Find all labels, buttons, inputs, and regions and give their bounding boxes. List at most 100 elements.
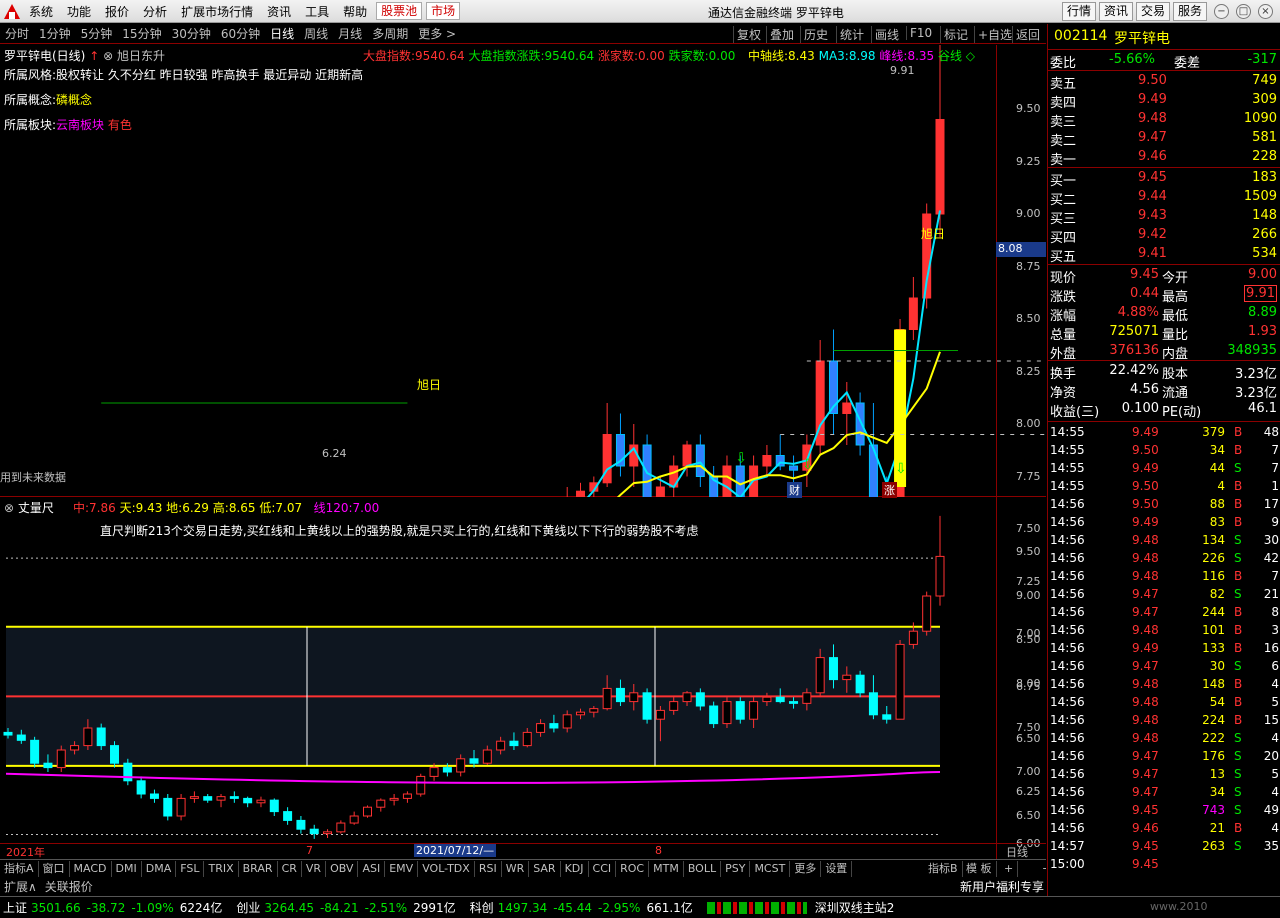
indicator-right-1[interactable]: 模 板	[962, 861, 997, 877]
menu-item-ext-market[interactable]: 扩展市场行情	[174, 3, 260, 20]
indicator-tab-10[interactable]: OBV	[326, 860, 359, 877]
new-user-promo[interactable]: 新用户福利专享	[960, 878, 1044, 895]
indicator-tab-3[interactable]: DMI	[112, 860, 142, 877]
tick-row[interactable]: 14:56 9.46 21 B 4	[1048, 820, 1280, 838]
indicator-tab-15[interactable]: WR	[502, 860, 530, 877]
indicator-tab-20[interactable]: MTM	[649, 860, 684, 877]
quote-top-button[interactable]: 行情	[1062, 2, 1097, 21]
trade-top-button[interactable]: 交易	[1136, 2, 1171, 21]
tick-row[interactable]: 14:55 9.49 379 B 48	[1048, 424, 1280, 442]
indicator-tab-0[interactable]: 指标A	[0, 860, 39, 877]
candle-body[interactable]	[655, 486, 665, 497]
info-top-button[interactable]: 资讯	[1099, 2, 1134, 21]
period-intraday[interactable]: 分时	[0, 25, 34, 42]
ask-row[interactable]: 卖五 9.50 749	[1048, 72, 1280, 92]
history-button[interactable]: 历史	[800, 26, 831, 43]
menu-item-news[interactable]: 资讯	[260, 3, 298, 20]
candle-body[interactable]	[935, 119, 945, 215]
indicator-tab-13[interactable]: VOL-TDX	[418, 860, 475, 877]
candle-body[interactable]	[695, 444, 705, 477]
indicator-tab-7[interactable]: BRAR	[239, 860, 278, 877]
menu-item-quote[interactable]: 报价	[98, 3, 136, 20]
indicator-right-3[interactable]: −	[1038, 861, 1046, 877]
indicator-tab-22[interactable]: PSY	[721, 860, 751, 877]
indicator-tab-8[interactable]: CR	[278, 860, 302, 877]
period-weekly[interactable]: 周线	[299, 25, 333, 42]
tick-row[interactable]: 14:56 9.48 148 B 4	[1048, 676, 1280, 694]
add-watchlist-button[interactable]: +自选	[974, 26, 1015, 43]
tick-row[interactable]: 14:56 9.47 13 S 5	[1048, 766, 1280, 784]
gear-icon[interactable]: ⊗	[4, 501, 14, 515]
limit-up-marker[interactable]: 涨	[882, 482, 897, 498]
menu-item-system[interactable]: 系统	[22, 3, 60, 20]
ask-row[interactable]: 卖三 9.48 1090	[1048, 110, 1280, 130]
tick-row[interactable]: 14:56 9.47 30 S 6	[1048, 658, 1280, 676]
tick-row[interactable]: 14:56 9.49 133 B 16	[1048, 640, 1280, 658]
indicator-tab-2[interactable]: MACD	[70, 860, 112, 877]
bid-row[interactable]: 买五 9.41 534	[1048, 245, 1280, 265]
close-icon[interactable]: ×	[1258, 4, 1273, 19]
indicator-tab-5[interactable]: FSL	[176, 860, 205, 877]
minimize-icon[interactable]: −	[1214, 4, 1229, 19]
menu-market-button[interactable]: 市场	[426, 2, 461, 20]
period-monthly[interactable]: 月线	[333, 25, 367, 42]
tick-row[interactable]: 15:00 9.45	[1048, 856, 1280, 874]
server-station[interactable]: 深圳双线主站2	[815, 899, 895, 916]
extend-toggle[interactable]: 扩展∧	[0, 878, 41, 895]
period-1min[interactable]: 1分钟	[34, 25, 76, 42]
service-top-button[interactable]: 服务	[1173, 2, 1208, 21]
ruler-indicator-chart[interactable]: ⊗ 丈量尺 中:7.86 天:9.43 地:6.29 高:8.65 低:7.07…	[0, 497, 1046, 859]
ask-row[interactable]: 卖四 9.49 309	[1048, 91, 1280, 111]
menu-stock-pool-button[interactable]: 股票池	[376, 2, 423, 20]
tick-row[interactable]: 14:55 9.50 34 B 7	[1048, 442, 1280, 460]
bid-row[interactable]: 买一 9.45 183	[1048, 169, 1280, 189]
f10-button[interactable]: F10	[906, 26, 935, 40]
candle-body[interactable]	[908, 297, 918, 330]
main-kline-chart[interactable]: ⇩⇩⇩⇩⬆⬆⬆ 罗平锌电(日线) ↑ ⊗ 旭日东升 大盘指数:9540.64 大…	[0, 45, 1046, 850]
menu-item-help[interactable]: 帮助	[336, 3, 374, 20]
menu-item-tools[interactable]: 工具	[298, 3, 336, 20]
tick-row[interactable]: 14:56 9.48 134 S 30	[1048, 532, 1280, 550]
period-more[interactable]: 更多 >	[413, 25, 461, 42]
tick-row[interactable]: 14:56 9.48 101 B 3	[1048, 622, 1280, 640]
indicator-tab-23[interactable]: MCST	[750, 860, 791, 877]
overlay-button[interactable]: 叠加	[766, 26, 797, 43]
candle-body[interactable]	[855, 402, 865, 446]
indicator-tab-1[interactable]: 窗口	[39, 860, 70, 877]
indicator-tab-18[interactable]: CCI	[589, 860, 617, 877]
tick-row[interactable]: 14:56 9.49 83 B 9	[1048, 514, 1280, 532]
tick-row[interactable]: 14:56 9.48 116 B 7	[1048, 568, 1280, 586]
tick-row[interactable]: 14:56 9.47 176 S 20	[1048, 748, 1280, 766]
period-multi[interactable]: 多周期	[367, 25, 413, 42]
period-5min[interactable]: 5分钟	[76, 25, 118, 42]
ask-row[interactable]: 卖二 9.47 581	[1048, 129, 1280, 149]
indicator-tab-4[interactable]: DMA	[142, 860, 177, 877]
candle-body[interactable]	[789, 465, 799, 471]
indicator-tab-19[interactable]: ROC	[616, 860, 650, 877]
indicator-tab-21[interactable]: BOLL	[684, 860, 722, 877]
indicator-tab-11[interactable]: ASI	[358, 860, 386, 877]
menu-item-function[interactable]: 功能	[60, 3, 98, 20]
period-60min[interactable]: 60分钟	[216, 25, 265, 42]
tick-row[interactable]: 14:57 9.45 263 S 35	[1048, 838, 1280, 856]
indicator-tab-16[interactable]: SAR	[529, 860, 561, 877]
tick-row[interactable]: 14:56 9.47 34 S 4	[1048, 784, 1280, 802]
candle-body[interactable]	[868, 444, 878, 497]
tick-row[interactable]: 14:56 9.47 244 B 8	[1048, 604, 1280, 622]
bid-row[interactable]: 买四 9.42 266	[1048, 226, 1280, 246]
tick-row[interactable]: 14:56 9.48 224 B 15	[1048, 712, 1280, 730]
indicator-tab-9[interactable]: VR	[302, 860, 327, 877]
candle-body[interactable]	[722, 465, 732, 497]
period-daily[interactable]: 日线	[265, 25, 299, 42]
indicator-right-0[interactable]: 指标B	[924, 861, 963, 877]
gear-icon[interactable]: ⊗	[103, 49, 113, 63]
bid-row[interactable]: 买三 9.43 148	[1048, 207, 1280, 227]
period-15min[interactable]: 15分钟	[117, 25, 166, 42]
tick-row[interactable]: 14:55 9.50 4 B 1	[1048, 478, 1280, 496]
tick-row[interactable]: 14:56 9.47 82 S 21	[1048, 586, 1280, 604]
mark-button[interactable]: 标记	[940, 26, 971, 43]
candle-body[interactable]	[842, 402, 852, 414]
draw-line-button[interactable]: 画线	[871, 26, 902, 43]
indicator-tab-6[interactable]: TRIX	[204, 860, 239, 877]
tick-row[interactable]: 14:56 9.48 222 S 4	[1048, 730, 1280, 748]
